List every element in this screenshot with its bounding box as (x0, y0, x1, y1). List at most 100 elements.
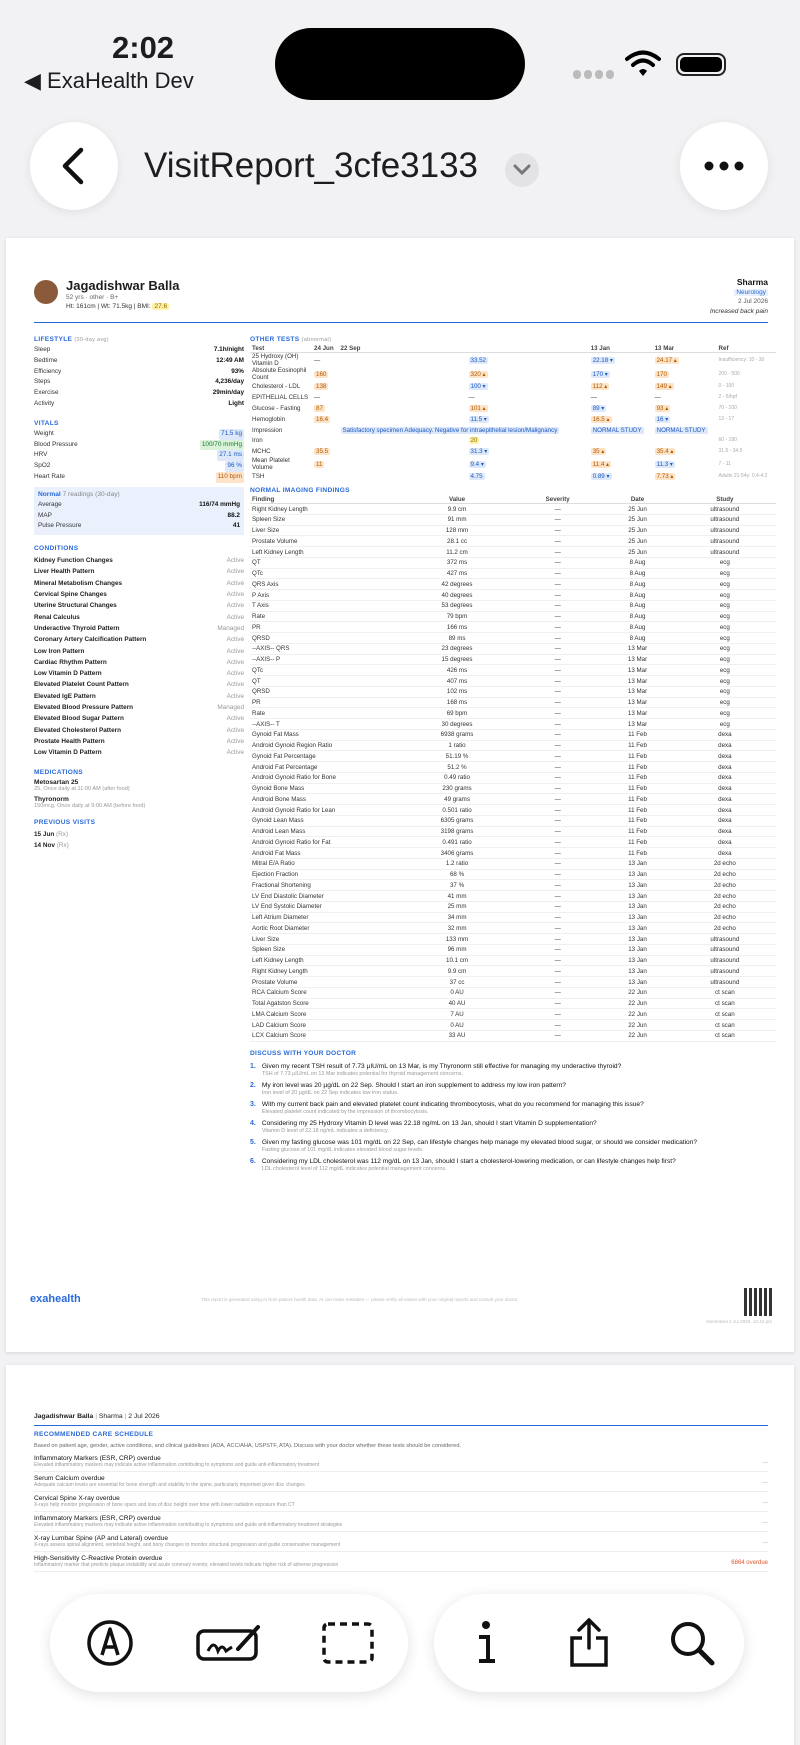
title-menu-button[interactable] (505, 153, 539, 187)
bp-row: MAP 88.2 (38, 511, 240, 522)
condition-status: Active (226, 602, 244, 610)
condition-row: Elevated Cholesterol Pattern Active (34, 725, 244, 736)
other-tests-row: TSH 4.75 0.89 ▾ 7.73 ▴ Adults 21-54y: 0.4-4.… (250, 471, 776, 482)
cellular-signal-icon (573, 70, 614, 79)
finding-study: ecg (673, 621, 776, 634)
lifestyle-value: 29min/day (212, 389, 244, 397)
markup-button[interactable] (75, 1608, 145, 1678)
finding-name: --AXIS-- P (250, 654, 400, 666)
back-to-app-link[interactable]: ◀ ExaHealth Dev (24, 68, 194, 94)
condition-status: Active (226, 726, 244, 734)
care-item-reason: Elevated inflammatory markers may indica… (34, 1522, 343, 1528)
lifestyle-label: Efficiency (34, 367, 62, 375)
imaging-row: LCX Calcium Score 33 AU —22 Jun ct scan (250, 1030, 776, 1042)
finding-name: Android Lean Mass (250, 826, 400, 838)
finding-study: 2d echo (673, 922, 776, 935)
finding-date: 22 Jun (601, 1008, 674, 1021)
finding-date: 11 Feb (601, 836, 674, 849)
info-button[interactable] (451, 1608, 521, 1678)
more-options-button[interactable] (680, 122, 768, 210)
condition-status: Active (226, 692, 244, 700)
finding-severity: — (514, 1030, 602, 1042)
other-tests-col-header: Ref (716, 345, 776, 353)
finding-severity: — (514, 955, 602, 967)
test-value-22sep: — (339, 392, 589, 403)
imaging-row: Android Gynoid Ratio for Lean 0.501 ratio… (250, 804, 776, 816)
finding-study: ecg (673, 557, 776, 569)
vital-value: 96 % (225, 461, 244, 472)
lifestyle-row: Efficiency 93% (34, 367, 244, 378)
finding-date: 22 Jun (601, 1030, 674, 1042)
condition-row: Kidney Function Changes Active (34, 555, 244, 566)
select-area-button[interactable] (313, 1608, 383, 1678)
finding-name: Android Fat Percentage (250, 761, 400, 773)
finding-severity: — (514, 879, 602, 892)
left-column: LIFESTYLE (30-day avg) Sleep 7.1h/night Be… (34, 330, 244, 851)
imaging-row: LMA Calcium Score 7 AU —22 Jun ct scan (250, 1008, 776, 1021)
test-value-22sep: Satisfactory specimen Adequacy. Negative… (339, 425, 589, 436)
finding-value: 25 mm (400, 901, 515, 913)
share-button[interactable] (554, 1608, 624, 1678)
medication-name: Thyronorm (34, 795, 69, 803)
value-badge: 4.75 (468, 473, 485, 481)
finding-study: dexa (673, 772, 776, 784)
finding-name: --AXIS-- QRS (250, 643, 400, 655)
test-reference (717, 425, 776, 436)
discussion-question: 4. Considering my 25 Hydroxy Vitamin D le… (250, 1120, 776, 1134)
search-button[interactable] (657, 1608, 727, 1678)
imaging-row: Left Kidney Length 10.1 cm —13 Jan ultrasou… (250, 955, 776, 967)
condition-row: Renal Calculus Active (34, 612, 244, 623)
previous-visit-row[interactable]: 14 Nov (Rx) (34, 840, 244, 851)
condition-name: Low Vitamin D Pattern (34, 670, 102, 678)
lifestyle-value: Light (228, 399, 244, 407)
finding-value: 68 % (400, 869, 515, 881)
condition-name: Low Vitamin D Pattern (34, 749, 102, 757)
value-badge: NORMAL STUDY (654, 426, 708, 434)
imaging-row: Android Fat Mass 3406 grams —11 Feb dexa (250, 847, 776, 859)
imaging-row: Gynoid Lean Mass 6305 grams —11 Feb dexa (250, 815, 776, 827)
finding-date: 8 Aug (601, 568, 674, 580)
finding-study: dexa (673, 729, 776, 741)
clock: 2:02 (112, 30, 175, 65)
document-title[interactable]: VisitReport_3cfe3133 (144, 146, 478, 186)
finding-value: 166 ms (400, 621, 515, 634)
value-badge: 11 (314, 460, 325, 468)
test-reference: 60 - 180 (718, 437, 737, 444)
other-tests-row: Cholesterol - LDL 138 100 ▾ 112 ▴ 149 ▴ 0 - 1… (250, 381, 776, 392)
other-tests-table: Test 24 Jun 22 Sep 13 Jan 13 Mar Ref 25 Hydro… (250, 345, 776, 482)
finding-value: 427 ms (400, 568, 515, 580)
dynamic-island (275, 28, 525, 100)
finding-name: Gynoid Lean Mass (250, 815, 400, 827)
back-button[interactable] (30, 122, 118, 210)
finding-study: dexa (673, 761, 776, 773)
condition-name: Elevated Blood Pressure Pattern (34, 704, 134, 712)
share-icon (570, 1618, 608, 1667)
imaging-row: Android Fat Percentage 51.2 % —11 Feb dexa (250, 761, 776, 773)
imaging-col-header: Study (673, 496, 776, 505)
lifestyle-row: Exercise 29min/day (34, 388, 244, 399)
imaging-row: Mitral E/A Ratio 1.2 ratio —13 Jan 2d echo (250, 858, 776, 870)
finding-name: Liver Size (250, 525, 400, 537)
finding-study: ct scan (673, 1019, 776, 1031)
care-heading: RECOMMENDED CARE SCHEDULE (34, 1431, 154, 1438)
finding-date: 13 Jan (601, 901, 674, 913)
finding-value: 1 ratio (400, 740, 515, 752)
condition-row: Prostate Health Pattern Active (34, 736, 244, 747)
finding-study: 2d echo (673, 869, 776, 881)
finding-date: 8 Aug (601, 600, 674, 612)
imaging-row: Prostate Volume 37 cc —13 Jan ultrasound (250, 976, 776, 988)
previous-visit-row[interactable]: 15 Jun (Rx) (34, 829, 244, 840)
finding-value: 9.9 cm (400, 503, 515, 515)
test-reference: 0 - 100 (718, 382, 735, 389)
signature-button[interactable] (194, 1608, 264, 1678)
conditions-heading: CONDITIONS (34, 545, 79, 553)
imaging-row: PR 168 ms —13 Mar ecg (250, 697, 776, 709)
imaging-heading: NORMAL IMAGING FINDINGS (250, 487, 350, 495)
finding-study: ultrasound (673, 514, 776, 526)
finding-name: Gynoid Fat Mass (250, 729, 400, 741)
finding-name: --AXIS-- T (250, 718, 400, 730)
care-item-status: 6864 overdue (731, 1560, 768, 1566)
finding-severity: — (514, 535, 602, 548)
status-bar: 2:02 ◀ ExaHealth Dev (0, 0, 800, 110)
finding-severity: — (514, 632, 602, 644)
